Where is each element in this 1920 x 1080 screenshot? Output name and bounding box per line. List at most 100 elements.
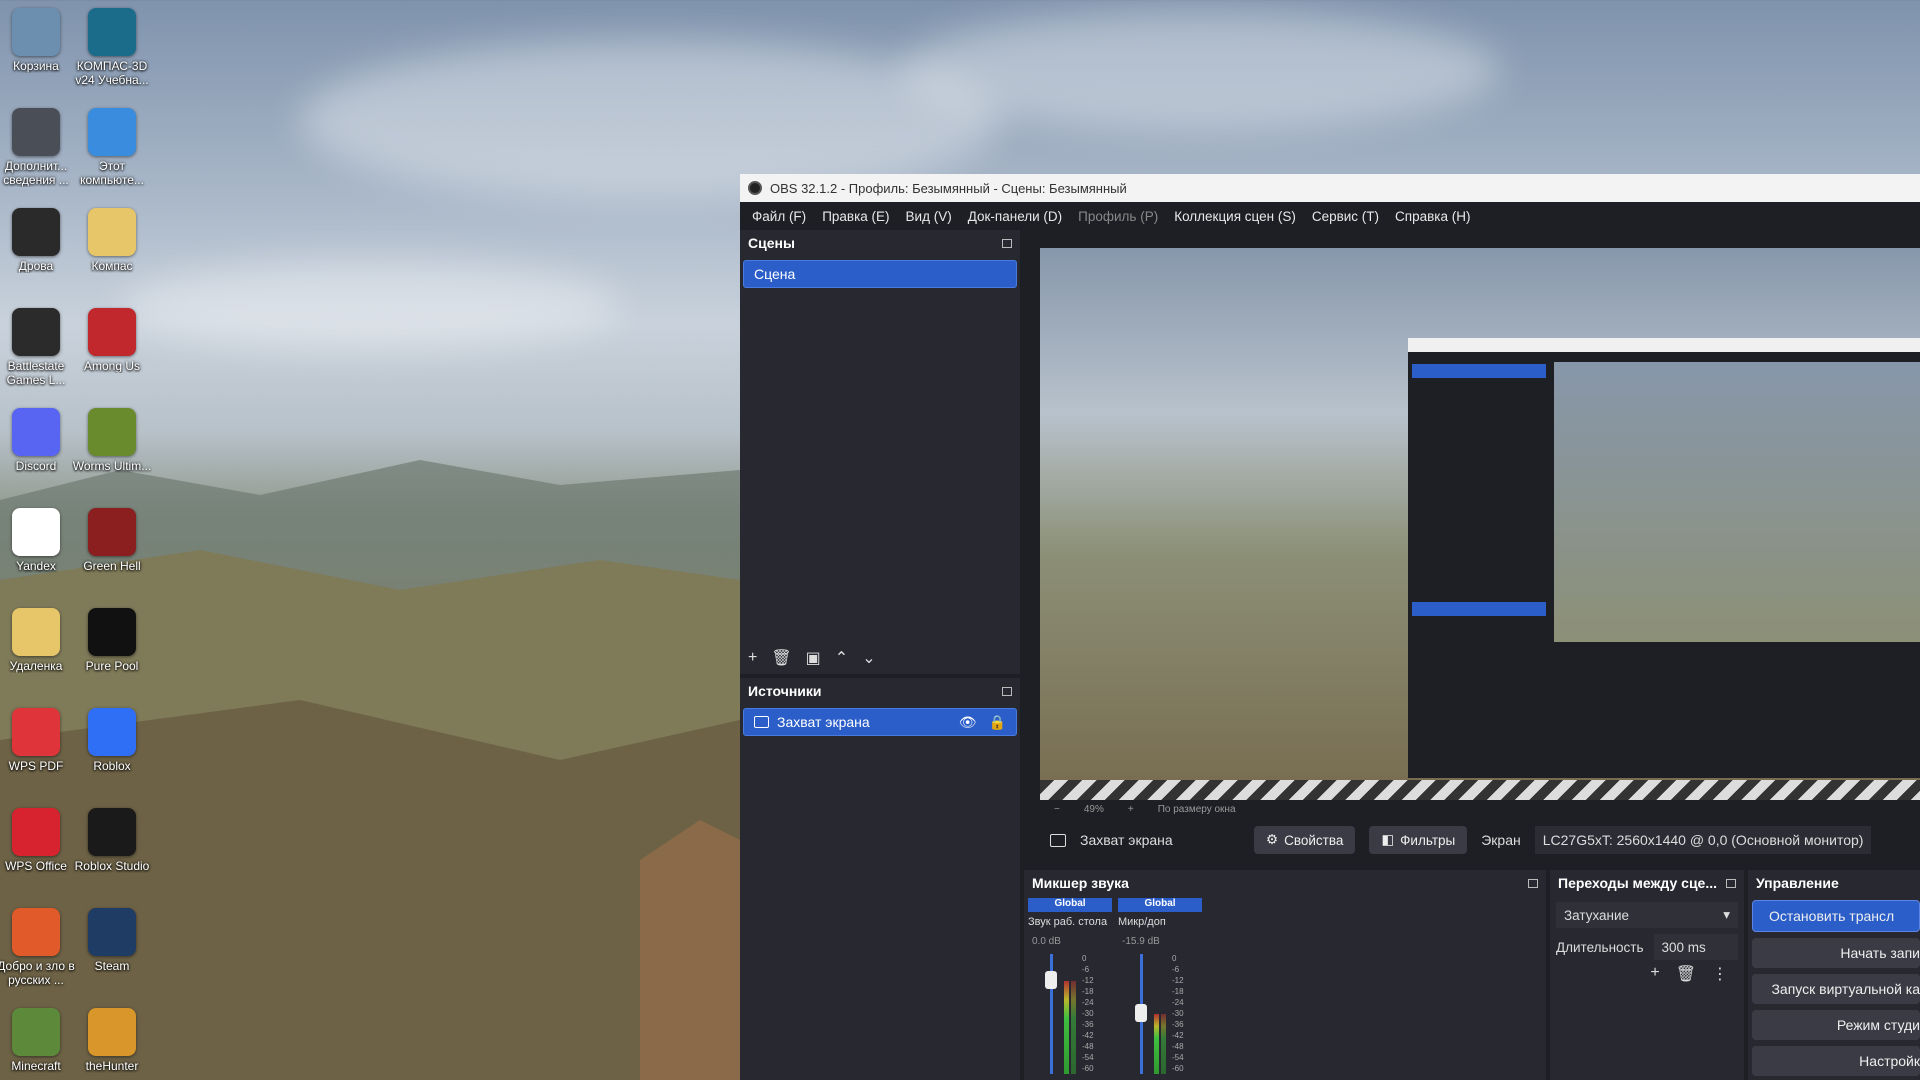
undock-icon[interactable] [1528,878,1538,888]
control-button[interactable]: Начать запи [1752,938,1920,968]
eye-icon[interactable]: 👁 [959,714,977,731]
menu-item[interactable]: Вид (V) [898,209,960,224]
desktop-icon[interactable]: Pure Pool [72,608,152,673]
green-hell-icon [88,508,136,556]
transition-select[interactable]: Затухание ▾ [1556,902,1738,928]
desktop-icon[interactable]: Steam [72,908,152,973]
level-meter [1064,980,1069,1074]
menu-item[interactable]: Профиль (P) [1070,209,1166,224]
desktop-icon[interactable]: WPS PDF [0,708,76,773]
meter-scale-tick: -54 [1082,1053,1094,1062]
meter-scale-tick: -60 [1082,1064,1094,1073]
desktop-icon-label: WPS PDF [8,759,64,773]
meter-scale-tick: -48 [1082,1042,1094,1051]
among-us-icon [88,308,136,356]
undock-icon[interactable] [1726,878,1736,888]
meter-scale-tick: -18 [1172,987,1184,996]
filters-button[interactable]: ◧ Фильтры [1369,826,1468,854]
scene-item[interactable]: Сцена [743,260,1017,288]
chevron-up-icon[interactable]: ⌃ [835,648,848,668]
desktop-icon[interactable]: Yandex [0,508,76,573]
menu-item[interactable]: Сервис (T) [1304,209,1387,224]
preview-canvas[interactable] [1040,248,1920,800]
add-icon[interactable]: + [748,649,757,667]
properties-button[interactable]: ⚙ Свойства [1254,826,1356,854]
wps-office-icon [12,808,60,856]
desktop-icon[interactable]: Battlestate Games L... [0,308,76,387]
scenes-toolbar: + 🗑 ▣ ⌃ ⌄ [740,644,876,672]
desktop-icon-label: Компас [91,259,133,273]
desktop-icon[interactable]: Among Us [72,308,152,373]
channel-db: -15.9 dB [1122,936,1160,947]
fader-handle[interactable] [1045,970,1057,989]
channel-name[interactable]: Микр/доп [1118,916,1204,928]
chevron-down-icon: ▾ [1723,907,1730,922]
desktop-icon[interactable]: Worms Ultim... [72,408,152,473]
desktop-icon-label: Green Hell [83,559,141,573]
menu-item[interactable]: Коллекция сцен (S) [1166,209,1304,224]
controls-buttons: Остановить трансл Начать запи Запуск вирту… [1748,896,1920,1076]
meter-scale-tick: 0 [1172,954,1177,963]
discord-icon [12,408,60,456]
recycle-bin-icon [12,8,60,56]
desktop-icon-label: Корзина [13,59,59,73]
more-icon[interactable]: ⋮ [1712,964,1728,984]
desktop-icon[interactable]: Удаленка [0,608,76,673]
desktop-icon[interactable]: Green Hell [72,508,152,573]
desktop-icon[interactable]: Roblox Studio [72,808,152,873]
menu-item[interactable]: Справка (H) [1387,209,1478,224]
desktop-icon[interactable]: Дополнит... сведения ... [0,108,76,187]
add-icon[interactable]: + [1650,964,1659,984]
filter-icon[interactable]: ▣ [806,648,821,668]
duration-input[interactable]: 300 ms [1653,934,1738,960]
trash-icon[interactable]: 🗑 [771,648,791,668]
transitions-title: Переходы между сце... [1550,870,1744,896]
meter-scale-tick: -24 [1172,998,1184,1007]
desktop-icon[interactable]: Roblox [72,708,152,773]
level-meter [1161,1013,1166,1074]
meter-scale-tick: -30 [1172,1009,1184,1018]
zoom-bar: − 49% + По размеру окна [1054,803,1236,815]
control-button[interactable]: Остановить трансл [1752,900,1920,932]
desktop-icon-label: Yandex [16,559,56,573]
control-button[interactable]: Запуск виртуальной ка [1752,974,1920,1004]
desktop-icon[interactable]: Корзина [0,8,76,73]
desktop-icon[interactable]: Discord [0,408,76,473]
trash-icon[interactable]: 🗑 [1676,964,1696,984]
meter-scale-tick: -12 [1082,976,1094,985]
desktop-icon-label: Удаленка [9,659,63,673]
chevron-down-icon[interactable]: ⌄ [862,648,875,668]
monitor-icon [1050,833,1066,847]
desktop-icon[interactable]: Компас [72,208,152,273]
meter-scale-tick: 0 [1082,954,1087,963]
desktop-icon[interactable]: Добро и зло в русских ... [0,908,76,987]
channel-name[interactable]: Звук раб. стола [1028,916,1114,928]
control-button[interactable]: Настройк [1752,1046,1920,1076]
screen-select[interactable]: LC27G5xT: 2560x1440 @ 0,0 (Основной мони… [1534,826,1872,854]
desktop-icon[interactable]: WPS Office [0,808,76,873]
source-item[interactable]: Захват экрана 👁 🔒 [743,708,1017,736]
undock-icon[interactable] [1002,686,1012,696]
desktop-icon[interactable]: Этот компьюте... [72,108,152,187]
desktop-icon[interactable]: theHunter [72,1008,152,1073]
title-bar[interactable]: OBS 32.1.2 - Профиль: Безымянный - Сцены… [740,174,1920,202]
meter-scale-tick: -6 [1082,965,1090,974]
menu-item[interactable]: Файл (F) [744,209,814,224]
zoom-in-icon[interactable]: + [1128,804,1134,815]
channel-tag: Global [1118,898,1202,912]
desktop-icon[interactable]: Minecraft [0,1008,76,1073]
desktop-icon[interactable]: КОМПАС-3D v24 Учебна... [72,8,152,87]
menu-item[interactable]: Док-панели (D) [960,209,1070,224]
lock-icon[interactable]: 🔒 [989,714,1006,731]
window-title: OBS 32.1.2 - Профиль: Безымянный - Сцены… [770,180,1127,196]
menu-item[interactable]: Правка (E) [814,209,897,224]
desktop-icon-label: Minecraft [11,1059,61,1073]
control-button[interactable]: Режим студи [1752,1010,1920,1040]
zoom-out-icon[interactable]: − [1054,804,1060,815]
undock-icon[interactable] [1002,238,1012,248]
obs-logo-icon [748,181,762,195]
desktop-icon[interactable]: Дрова [0,208,76,273]
fader-handle[interactable] [1135,1003,1147,1022]
desktop-icon-label: Pure Pool [85,659,139,673]
sources-dock-title: Источники [740,678,1020,704]
